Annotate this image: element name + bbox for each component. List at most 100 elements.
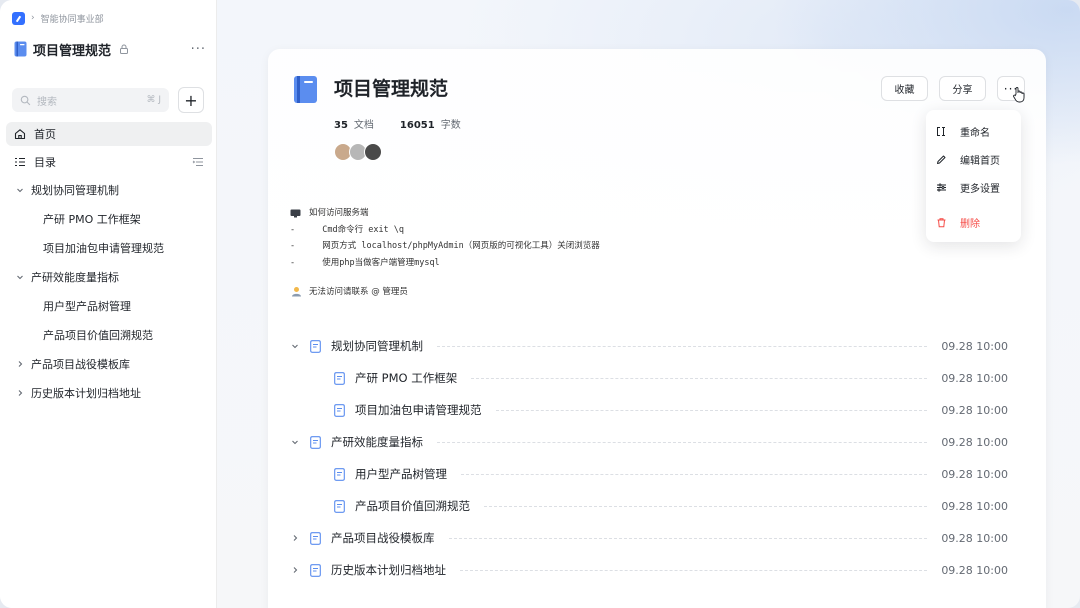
breadcrumb-org[interactable]: 智能协同事业部 [41,12,104,25]
code-line-dash: - [290,241,296,251]
toc-row[interactable]: 用户型产品树管理 09.28 10:00 [290,463,1008,485]
code-line-dash: - [290,257,296,268]
toc-row[interactable]: 产研效能度量指标 09.28 10:00 [290,431,1008,453]
sidebar-tree-item[interactable]: 项目加油包申请管理规范 [6,236,212,260]
monitor-icon [290,209,301,218]
toc-date: 09.28 10:00 [941,371,1008,385]
toc-date: 09.28 10:00 [941,563,1008,577]
nav-item-home[interactable]: 首页 [6,122,212,146]
dotted-leader [461,473,928,475]
chevron-down-icon[interactable] [290,437,300,447]
code-heading-row: 如何访问服务端 [290,205,710,222]
edit-icon [937,155,946,164]
avatar[interactable] [364,143,382,161]
page-title: 项目管理规范 [334,78,449,100]
doc-count: 35 [334,120,348,131]
space-more-button[interactable]: ··· [191,42,206,57]
chevron-right-icon[interactable] [290,533,300,543]
menu-item-label: 删除 [960,218,980,230]
search-icon [20,95,31,105]
sidebar-tree-item[interactable]: 产品项目战役模板库 [6,352,212,376]
list-icon [15,157,25,167]
toc-title: 项目加油包申请管理规范 [355,403,482,417]
home-content-block: 如何访问服务端 - Cmd命令行 exit \q - 网页方式 localhos… [290,205,710,271]
dotted-leader [460,569,928,571]
app-logo-icon[interactable] [12,11,25,25]
toc-row[interactable]: 产品项目战役模板库 09.28 10:00 [290,527,1008,549]
dotted-leader [471,377,928,379]
tree-item-label: 产品项目战役模板库 [31,358,130,371]
sidebar-tree-item[interactable]: 用户型产品树管理 [6,294,212,318]
toc-row[interactable]: 产研 PMO 工作框架 09.28 10:00 [290,367,1008,389]
word-count: 16051 [399,120,435,131]
toc-date: 09.28 10:00 [941,531,1008,545]
document-icon [310,531,321,545]
tree-item-label: 产品项目价值回溯规范 [43,329,153,342]
document-icon [310,435,321,449]
document-icon [310,563,321,577]
code-line: - 使用php当做客户端管理mysql [290,255,710,272]
sidebar-tree-item[interactable]: 规划协同管理机制 [6,178,212,202]
nav-item-catalog[interactable]: 目录 [6,150,212,174]
toc-row[interactable]: 规划协同管理机制 09.28 10:00 [290,335,1008,357]
toc-date: 09.28 10:00 [941,403,1008,417]
toc-date: 09.28 10:00 [941,467,1008,481]
toc-title: 产品项目价值回溯规范 [355,499,470,513]
chevron-right-icon[interactable] [15,388,25,398]
collapse-list-icon[interactable] [192,156,204,168]
dotted-leader [484,505,928,507]
add-button[interactable]: + [178,87,204,113]
dotted-leader [448,537,928,539]
share-button[interactable]: 分享 [939,76,986,101]
favorite-button[interactable]: 收藏 [881,76,928,101]
settings-icon [937,183,946,191]
person-icon [292,286,301,296]
tree-item-label: 规划协同管理机制 [31,184,119,197]
more-options-menu: 重命名 编辑首页 更多设置 删除 [926,110,1021,242]
chevron-down-icon[interactable] [15,272,25,282]
tree-item-label: 产研 PMO 工作框架 [43,213,141,226]
toc-title: 产研 PMO 工作框架 [355,371,458,385]
menu-item-more-settings[interactable]: 更多设置 [926,174,1021,200]
menu-item-delete[interactable]: 删除 [926,209,1021,235]
toc-row[interactable]: 历史版本计划归档地址 09.28 10:00 [290,559,1008,581]
nav-item-label: 目录 [34,156,56,169]
space-title[interactable]: 项目管理规范 [33,40,111,59]
menu-item-edit-home[interactable]: 编辑首页 [926,146,1021,172]
sidebar-tree-item[interactable]: 历史版本计划归档地址 [6,381,212,405]
code-line-text: 使用php当做客户端管理mysql [312,257,440,268]
tree-item-label: 产研效能度量指标 [31,271,119,284]
lock-icon [120,44,129,54]
document-icon [310,339,321,353]
chevron-down-icon[interactable] [15,185,25,195]
toc-row[interactable]: 项目加油包申请管理规范 09.28 10:00 [290,399,1008,421]
sidebar-tree-item[interactable]: 产品项目价值回溯规范 [6,323,212,347]
menu-item-rename[interactable]: 重命名 [926,118,1021,144]
document-icon [334,499,345,513]
contact-note: 无法访问请联系 @ 管理员 [291,284,408,298]
dotted-leader [437,345,928,347]
search-input[interactable]: 搜索 ⌘ J [12,88,169,112]
tree-item-label: 用户型产品树管理 [43,300,131,313]
dotted-leader [437,441,928,443]
chevron-right-icon[interactable] [15,359,25,369]
sidebar-tree-item[interactable]: 产研 PMO 工作框架 [6,207,212,231]
toc-row[interactable]: 产品项目价值回溯规范 09.28 10:00 [290,495,1008,517]
book-icon [294,76,317,103]
document-icon [334,371,345,385]
tree-item-label: 历史版本计划归档地址 [31,387,141,400]
sidebar-tree-item[interactable]: 产研效能度量指标 [6,265,212,289]
rename-icon [937,126,945,136]
code-heading: 如何访问服务端 [309,208,369,218]
member-avatars[interactable] [334,143,382,161]
delete-icon [937,217,946,227]
code-line: - Cmd命令行 exit \q [290,222,710,239]
dotted-leader [495,409,928,411]
chevron-down-icon[interactable] [290,341,300,351]
chevron-right-icon[interactable] [290,565,300,575]
code-line: - 网页方式 localhost/phpMyAdmin（网页版的可视化工具）关闭… [290,238,710,255]
search-shortcut: ⌘ J [146,95,161,105]
space-stats: 35 文档 16051 字数 [334,116,487,131]
toc-date: 09.28 10:00 [941,339,1008,353]
sidebar: › 智能协同事业部 项目管理规范 ··· 搜索 ⌘ J + 首页 目录 规划协同… [0,0,217,608]
